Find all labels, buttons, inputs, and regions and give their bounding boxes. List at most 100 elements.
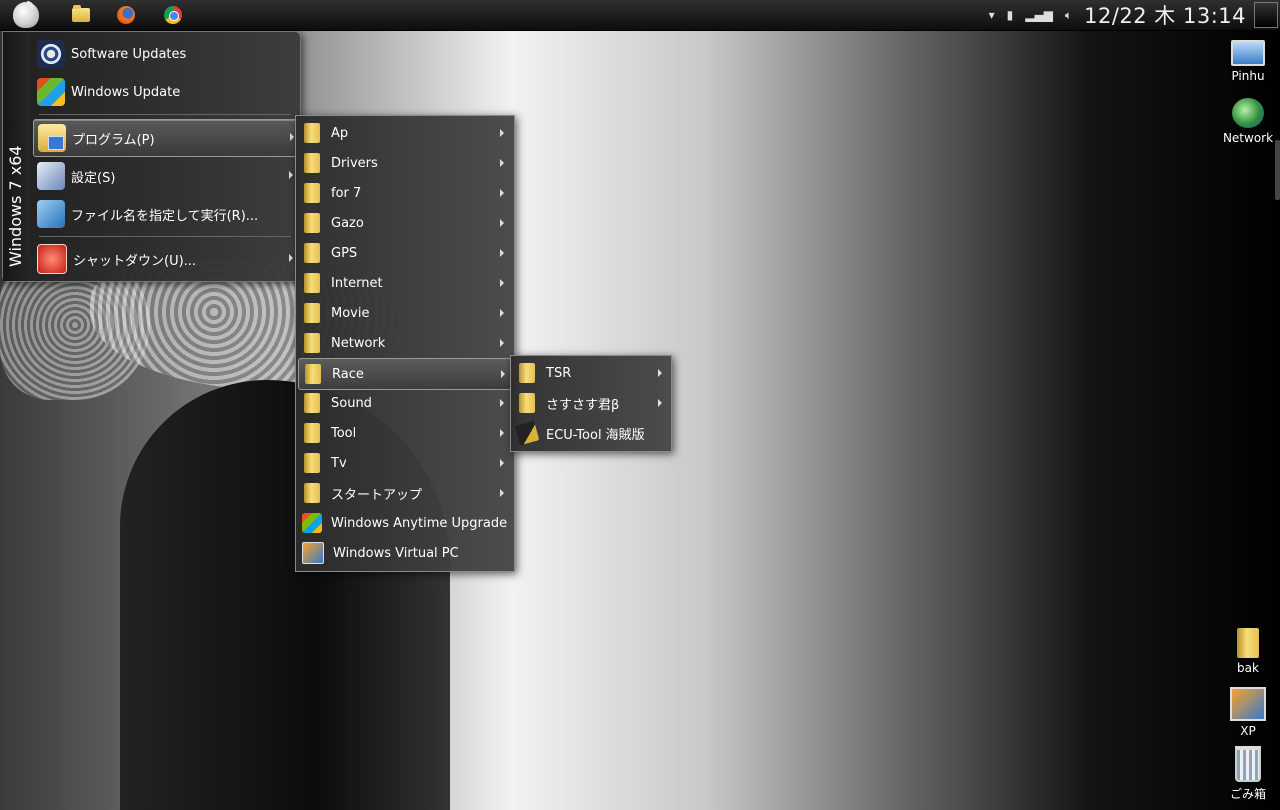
submenu-arrow-icon — [289, 254, 293, 262]
desktop-icon-xp[interactable]: XP — [1218, 687, 1278, 738]
submenu-arrow-icon — [500, 489, 504, 497]
desktop-icon-bak[interactable]: bak — [1218, 628, 1278, 675]
programs-item-internet[interactable]: Internet — [298, 268, 510, 298]
submenu-arrow-icon — [500, 459, 504, 467]
submenu-arrow-icon — [500, 249, 504, 257]
submenu-arrow-icon — [500, 429, 504, 437]
menu-item-label: スタートアップ — [331, 487, 423, 503]
folder-icon — [304, 303, 320, 323]
desktop-icon-network[interactable]: Network — [1218, 98, 1278, 145]
menu-item-label: Gazo — [331, 215, 364, 231]
menu-item-label: ECU-Tool 海賊版 — [546, 427, 645, 443]
menu-item-label: Race — [332, 366, 364, 382]
start-item-shutdown[interactable]: シャットダウン(U)... — [33, 241, 297, 277]
programs-item-gps[interactable]: GPS — [298, 238, 510, 268]
submenu-arrow-icon — [500, 159, 504, 167]
folder-icon — [304, 153, 320, 173]
folder-icon — [519, 363, 535, 383]
programs-item-for7[interactable]: for 7 — [298, 178, 510, 208]
menu-item-label: Drivers — [331, 155, 378, 171]
menu-item-label: さすさす君β — [546, 397, 620, 413]
menu-item-label: for 7 — [331, 185, 362, 201]
programs-item-startup[interactable]: スタートアップ — [298, 478, 510, 508]
virtual-pc-icon — [302, 542, 324, 564]
apple-logo-icon — [13, 2, 39, 28]
submenu-arrow-icon — [658, 399, 662, 407]
volume-icon[interactable]: 🔈︎ — [1065, 8, 1072, 23]
start-item-software-updates[interactable]: Software Updates — [33, 36, 297, 72]
programs-item-tv[interactable]: Tv — [298, 448, 510, 478]
folder-icon — [304, 333, 320, 353]
programs-item-network[interactable]: Network — [298, 328, 510, 358]
programs-item-movie[interactable]: Movie — [298, 298, 510, 328]
race-menu: TSR さすさす君β ECU-Tool 海賊版 — [510, 355, 672, 452]
folder-icon — [304, 243, 320, 263]
start-item-programs[interactable]: プログラム(P) — [33, 119, 299, 157]
menu-item-label: Ap — [331, 125, 349, 141]
software-update-icon — [37, 40, 65, 68]
folder-icon — [304, 393, 320, 413]
programs-item-ap[interactable]: Ap — [298, 118, 510, 148]
xp-mode-icon — [1230, 687, 1266, 721]
battery-plug-icon[interactable]: ▮ — [1007, 8, 1014, 22]
menu-item-label: GPS — [331, 245, 358, 261]
quicklaunch-chrome[interactable] — [162, 4, 184, 26]
programs-icon — [38, 124, 66, 152]
start-item-label: ファイル名を指定して実行(R)... — [71, 208, 259, 224]
firefox-icon — [117, 6, 135, 24]
power-icon — [37, 244, 67, 274]
race-item-sasusasu[interactable]: さすさす君β — [513, 388, 668, 418]
programs-item-sound[interactable]: Sound — [298, 388, 510, 418]
programs-item-tool[interactable]: Tool — [298, 418, 510, 448]
programs-menu: Ap Drivers for 7 Gazo GPS Internet Movie… — [295, 115, 515, 572]
menu-item-label: Tool — [331, 425, 357, 441]
start-item-label: シャットダウン(U)... — [73, 253, 197, 269]
os-version-label: Windows 7 x64 — [6, 145, 25, 267]
apple-start-button[interactable] — [8, 0, 44, 30]
submenu-arrow-icon — [290, 133, 294, 141]
race-item-ecu-tool[interactable]: ECU-Tool 海賊版 — [513, 418, 668, 448]
menu-item-label: Windows Anytime Upgrade — [331, 515, 508, 531]
submenu-arrow-icon — [500, 279, 504, 287]
folder-icon — [304, 453, 320, 473]
folder-icon — [304, 123, 320, 143]
folder-icon — [304, 273, 320, 293]
programs-item-anytime-upgrade[interactable]: Windows Anytime Upgrade — [298, 508, 510, 538]
submenu-arrow-icon — [500, 189, 504, 197]
programs-item-gazo[interactable]: Gazo — [298, 208, 510, 238]
chrome-icon — [164, 6, 182, 24]
programs-item-race[interactable]: Race — [298, 358, 512, 390]
programs-item-drivers[interactable]: Drivers — [298, 148, 510, 178]
tray-expand-icon[interactable]: ▾ — [989, 8, 995, 22]
computer-icon — [1231, 40, 1265, 66]
desktop-icon-label: ごみ箱 — [1229, 787, 1266, 801]
desktop-icon-label: Pinhu — [1231, 69, 1265, 83]
submenu-arrow-icon — [658, 369, 662, 377]
race-item-tsr[interactable]: TSR — [513, 358, 668, 388]
start-item-windows-update[interactable]: Windows Update — [33, 74, 297, 110]
clock[interactable]: 12/22 木 13:14 — [1084, 0, 1246, 30]
show-desktop-button[interactable] — [1254, 2, 1278, 28]
folder-icon — [304, 213, 320, 233]
system-tray: ▾ ▮ ▂▄▆ 🔈︎ 12/22 木 13:14 — [983, 0, 1280, 30]
quicklaunch-explorer[interactable] — [70, 4, 92, 26]
start-item-run[interactable]: ファイル名を指定して実行(R)... — [33, 196, 297, 232]
start-item-settings[interactable]: 設定(S) — [33, 158, 297, 194]
folder-icon — [1237, 628, 1259, 658]
submenu-arrow-icon — [500, 399, 504, 407]
desktop-scrollbar[interactable] — [1275, 140, 1280, 200]
ecu-tool-icon — [514, 420, 540, 446]
menu-item-label: Tv — [331, 455, 347, 471]
folder-icon — [304, 423, 320, 443]
start-item-label: Software Updates — [71, 46, 187, 62]
quicklaunch-firefox[interactable] — [115, 4, 137, 26]
settings-icon — [37, 162, 65, 190]
signal-bars-icon[interactable]: ▂▄▆ — [1025, 8, 1053, 22]
menu-item-label: TSR — [546, 365, 572, 381]
submenu-arrow-icon — [289, 171, 293, 179]
desktop-icon-pinhu[interactable]: Pinhu — [1218, 40, 1278, 83]
menu-item-label: Windows Virtual PC — [333, 545, 459, 561]
menu-separator — [39, 236, 291, 237]
desktop-icon-recycle-bin[interactable]: ごみ箱 — [1218, 746, 1278, 802]
programs-item-virtual-pc[interactable]: Windows Virtual PC — [298, 538, 510, 568]
